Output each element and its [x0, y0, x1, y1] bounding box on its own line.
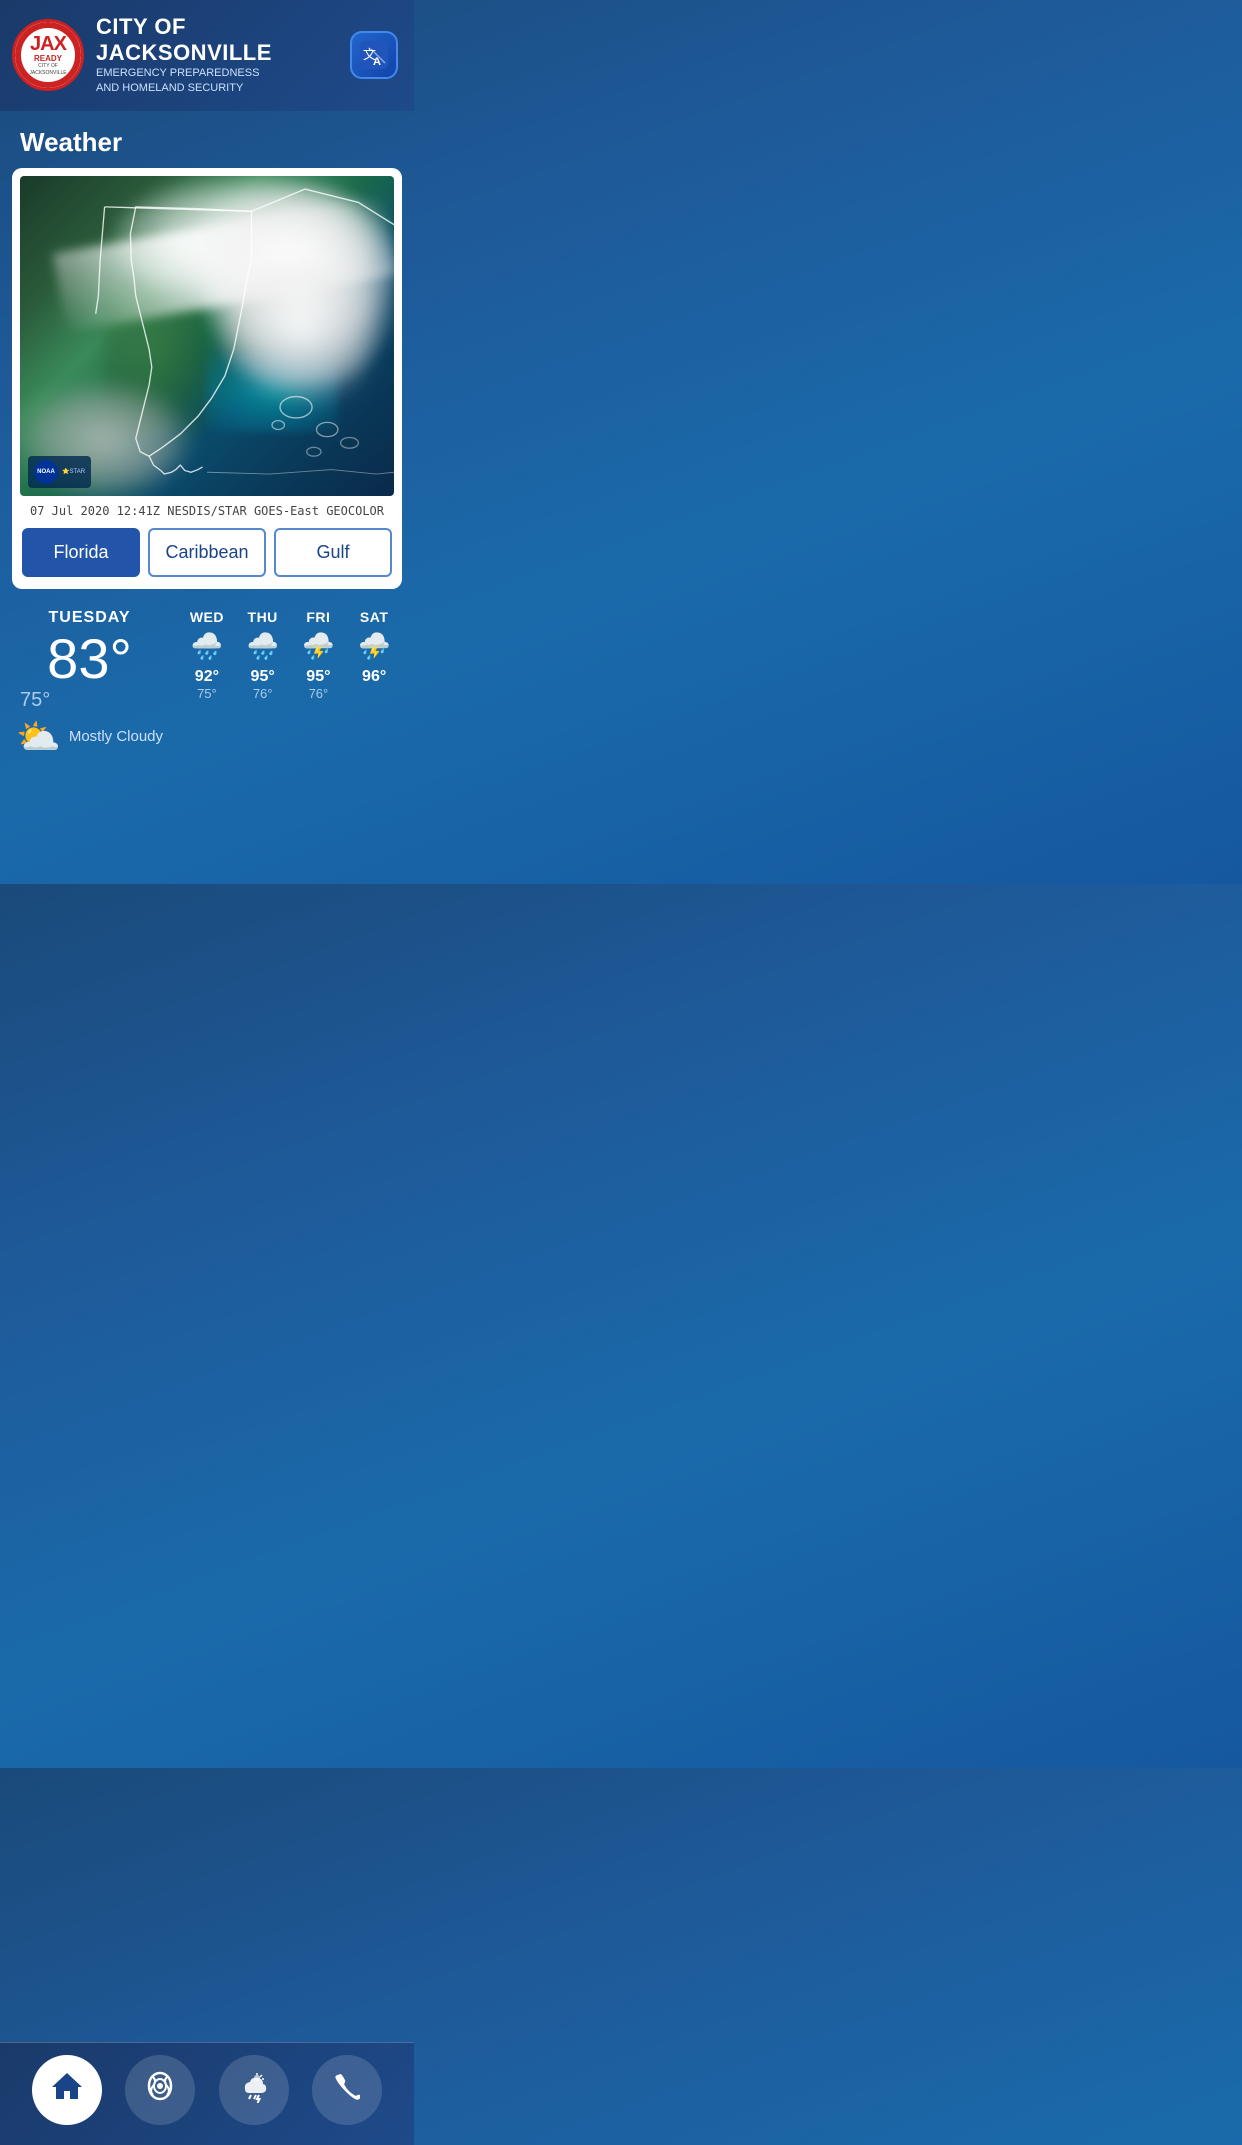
today-low-temp: 75°	[20, 689, 50, 712]
forecast-thu: THU 🌧️ 95° 76°	[239, 609, 287, 701]
translate-button[interactable]: 文 A	[350, 31, 398, 79]
thu-low: 76°	[253, 686, 273, 701]
fri-label: FRI	[306, 609, 330, 625]
org-name: CITY OF JACKSONVILLE	[96, 14, 350, 66]
map-btn-caribbean[interactable]: Caribbean	[148, 528, 266, 577]
satellite-caption: 07 Jul 2020 12:41Z NESDIS/STAR GOES-East…	[20, 504, 394, 518]
wed-low: 75°	[197, 686, 217, 701]
nav-hurricane-button[interactable]	[125, 2055, 195, 2125]
org-subtitle-2: AND HOMELAND SECURITY	[96, 81, 350, 96]
today-temps: 83°	[47, 631, 132, 689]
wed-icon: 🌧️	[191, 631, 223, 662]
map-btn-florida[interactable]: Florida	[22, 528, 140, 577]
weather-section-title: Weather	[0, 111, 414, 168]
header-title-block: CITY OF JACKSONVILLE EMERGENCY PREPAREDN…	[96, 14, 350, 97]
wed-high: 92°	[195, 668, 219, 686]
hurricane-icon	[143, 2069, 177, 2111]
wed-label: WED	[190, 609, 224, 625]
org-subtitle-1: EMERGENCY PREPAREDNESS	[96, 66, 350, 81]
extended-forecast: WED 🌧️ 92° 75° THU 🌧️ 95° 76° FRI ⛈️ 95°…	[183, 609, 398, 701]
map-btn-gulf[interactable]: Gulf	[274, 528, 392, 577]
today-condition-text: Mostly Cloudy	[69, 728, 163, 745]
forecast-sat: SAT ⛈️ 96°	[350, 609, 398, 686]
satellite-card: NOAA ⭐STAR 07 Jul 2020 12:41Z NESDIS/STA…	[12, 168, 402, 589]
thu-icon: 🌧️	[246, 631, 278, 662]
thu-label: THU	[248, 609, 278, 625]
today-weather-icon: ⛅	[16, 716, 61, 758]
map-region-buttons: Florida Caribbean Gulf	[20, 528, 394, 577]
today-high-temp: 83°	[47, 631, 132, 687]
phone-icon	[332, 2071, 362, 2109]
bottom-navigation	[0, 2042, 414, 2145]
noaa-badge: NOAA ⭐STAR	[28, 456, 91, 488]
today-forecast: TUESDAY 83° 75° ⛅ Mostly Cloudy	[16, 609, 163, 758]
fri-icon: ⛈️	[302, 631, 334, 662]
header-brand: JAX READY CITY OFJACKSONVILLE CITY OF JA…	[12, 14, 350, 97]
jax-ready-logo: JAX READY CITY OFJACKSONVILLE	[12, 19, 84, 91]
weather-alert-icon	[237, 2069, 271, 2111]
sat-high: 96°	[362, 668, 386, 686]
forecast-section: TUESDAY 83° 75° ⛅ Mostly Cloudy WED 🌧️ 9…	[0, 589, 414, 774]
forecast-wed: WED 🌧️ 92° 75°	[183, 609, 231, 701]
today-condition: ⛅ Mostly Cloudy	[16, 716, 163, 758]
logo-ready-text: READY	[34, 54, 62, 63]
noaa-star-label: ⭐STAR	[62, 468, 85, 475]
forecast-fri: FRI ⛈️ 95° 76°	[295, 609, 343, 701]
nav-phone-button[interactable]	[312, 2055, 382, 2125]
home-icon	[50, 2071, 84, 2109]
sat-label: SAT	[360, 609, 388, 625]
today-day-label: TUESDAY	[49, 609, 131, 627]
fri-low: 76°	[309, 686, 329, 701]
fri-high: 95°	[306, 668, 330, 686]
logo-jax-text: JAX	[30, 34, 66, 54]
nav-weather-alert-button[interactable]	[219, 2055, 289, 2125]
thu-high: 95°	[251, 668, 275, 686]
app-header: JAX READY CITY OFJACKSONVILLE CITY OF JA…	[0, 0, 414, 111]
logo-small-text: CITY OFJACKSONVILLE	[27, 63, 68, 76]
sat-icon: ⛈️	[358, 631, 390, 662]
nav-home-button[interactable]	[32, 2055, 102, 2125]
satellite-image[interactable]: NOAA ⭐STAR	[20, 176, 394, 496]
